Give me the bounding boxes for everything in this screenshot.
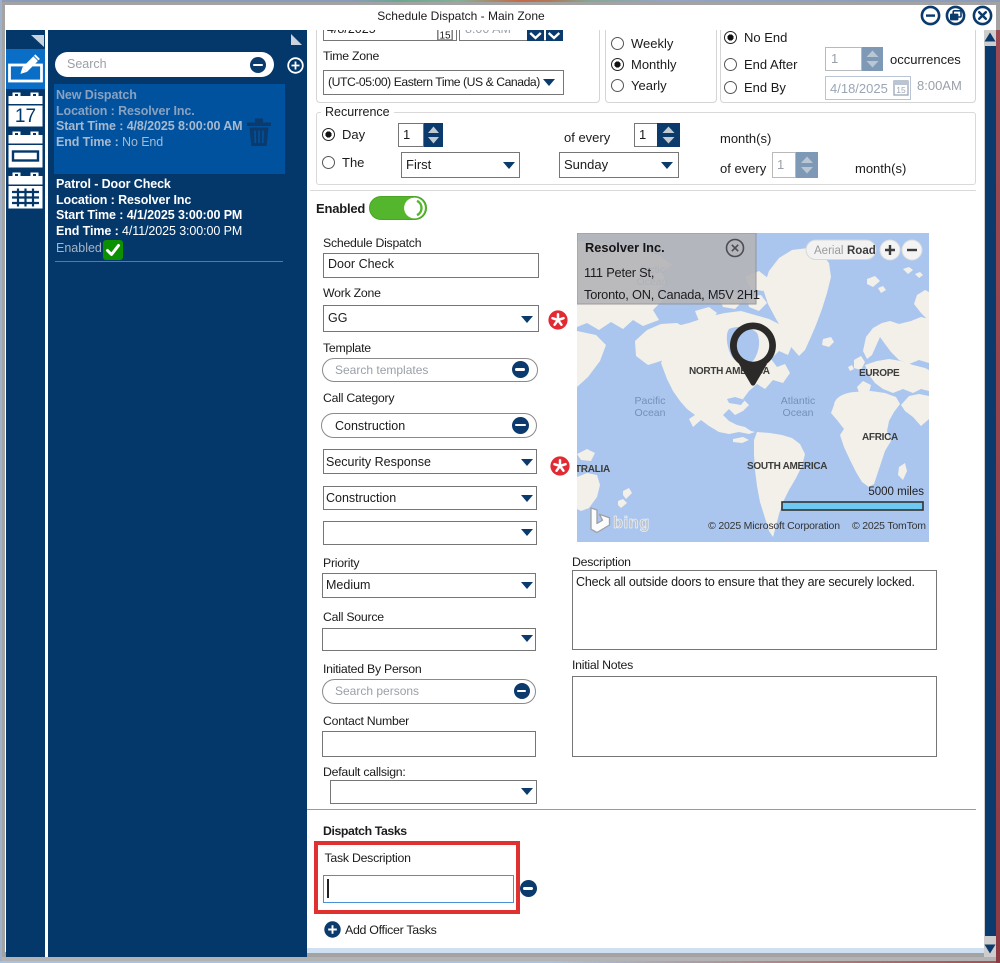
svg-text:5000 miles: 5000 miles	[868, 486, 924, 498]
svg-text:bing: bing	[613, 514, 650, 532]
svg-text:111 Peter St,: 111 Peter St,	[584, 265, 654, 280]
svg-text:Toronto, ON, Canada, M5V 2H1: Toronto, ON, Canada, M5V 2H1	[584, 287, 760, 302]
svg-text:15: 15	[896, 85, 906, 95]
svg-text:17: 17	[15, 106, 36, 127]
svg-text:Resolver Inc.: Resolver Inc.	[585, 240, 665, 255]
svg-text:Atlantic: Atlantic	[781, 395, 815, 407]
svg-text:Aerial: Aerial	[814, 245, 843, 257]
svg-text:Pacific: Pacific	[635, 395, 666, 407]
svg-text:© 2025 Microsoft Corporation: © 2025 Microsoft Corporation	[708, 520, 840, 532]
svg-text:TRALIA: TRALIA	[577, 464, 610, 475]
svg-text:Road: Road	[847, 245, 876, 257]
svg-text:AFRICA: AFRICA	[862, 432, 898, 443]
svg-text:© 2025 TomTom: © 2025 TomTom	[852, 520, 926, 532]
svg-text:EUROPE: EUROPE	[859, 368, 900, 379]
svg-text:15: 15	[439, 31, 451, 42]
svg-text:Ocean: Ocean	[783, 407, 814, 419]
svg-text:SOUTH AMERICA: SOUTH AMERICA	[747, 461, 827, 472]
svg-text:Ocean: Ocean	[635, 407, 666, 419]
